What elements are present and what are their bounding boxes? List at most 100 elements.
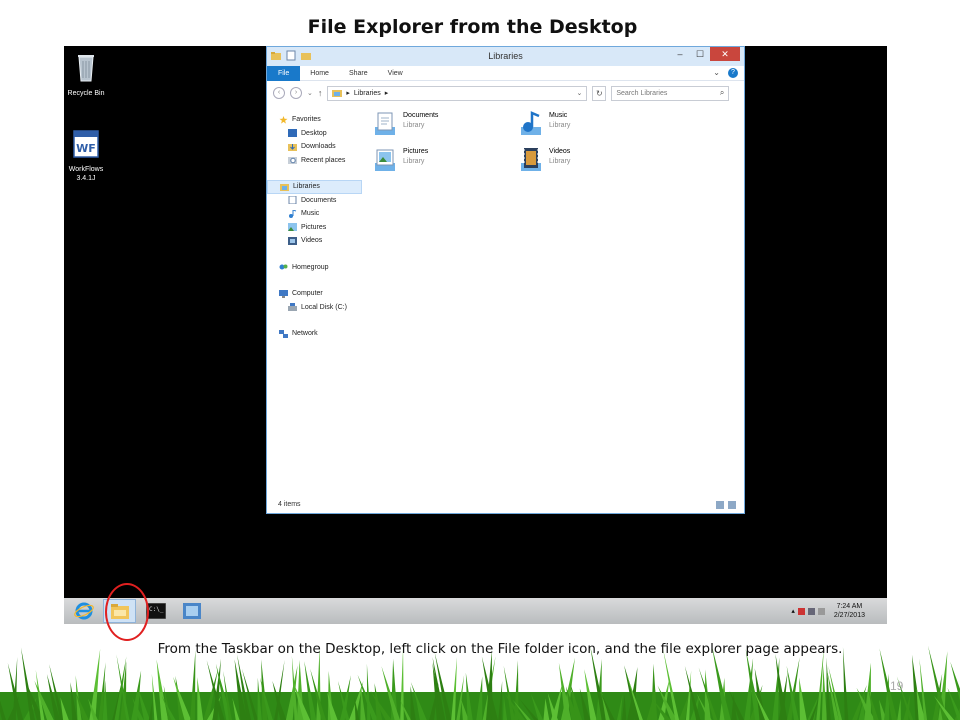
documents-icon <box>288 196 297 205</box>
recycle-bin-icon <box>78 55 94 82</box>
nav-local-disk[interactable]: Local Disk (C:) <box>267 301 362 315</box>
slide-caption: From the Taskbar on the Desktop, left cl… <box>157 641 843 657</box>
nav-label: Recent places <box>301 156 346 164</box>
window-titlebar[interactable]: Libraries – ☐ ✕ <box>267 47 744 66</box>
nav-network[interactable]: Network <box>267 327 362 341</box>
clock-date: 2/27/2013 <box>833 612 865 619</box>
nav-label: Network <box>292 330 318 338</box>
nav-videos[interactable]: Videos <box>267 234 362 248</box>
nav-music[interactable]: Music <box>267 207 362 221</box>
explorer-body: Favorites Desktop Downloads Recent place… <box>267 105 744 497</box>
search-placeholder: Search Libraries <box>616 89 668 97</box>
address-separator: ▸ <box>346 90 350 97</box>
close-button[interactable]: ✕ <box>710 47 740 61</box>
minimize-button[interactable]: – <box>670 47 690 61</box>
library-item-documents[interactable]: Documents Library <box>372 111 438 137</box>
slide: File Explorer from the Desktop Recycle B… <box>0 0 960 720</box>
nav-documents[interactable]: Documents <box>267 194 362 208</box>
server-manager-icon <box>182 603 201 619</box>
help-icon[interactable]: ? <box>728 68 738 78</box>
grass-blade <box>400 647 404 720</box>
computer-icon <box>279 289 288 298</box>
library-item-videos[interactable]: Videos Library <box>518 147 570 173</box>
library-item-pictures[interactable]: Pictures Library <box>372 147 428 173</box>
nav-homegroup[interactable]: Homegroup <box>267 261 362 275</box>
nav-pictures[interactable]: Pictures <box>267 221 362 235</box>
details-view-icon[interactable] <box>716 501 724 509</box>
nav-downloads[interactable]: Downloads <box>267 140 362 154</box>
address-path[interactable]: Libraries <box>354 90 381 97</box>
taskbar-clock[interactable]: 7:24 AM 2/27/2013 <box>834 602 865 620</box>
svg-text:C:\_: C:\_ <box>149 606 164 613</box>
internet-explorer-icon <box>73 602 94 620</box>
expand-ribbon-button[interactable]: ⌄ <box>713 68 720 78</box>
nav-label: Music <box>301 210 320 218</box>
status-bar: 4 items <box>267 497 744 513</box>
large-icons-view-icon[interactable] <box>728 501 736 509</box>
grass-blade <box>190 650 196 720</box>
nav-favorites[interactable]: Favorites <box>267 113 362 127</box>
up-button[interactable]: ↑ <box>318 88 323 98</box>
file-explorer-window: Libraries – ☐ ✕ File Home Share View ⌄ ?… <box>266 46 745 514</box>
nav-label: Downloads <box>301 143 336 151</box>
desktop-icon-workflows[interactable]: WF WorkFlows 3.4.1J <box>64 118 111 192</box>
nav-label: Desktop <box>301 129 327 137</box>
workflows-icon: WF <box>73 130 99 158</box>
nav-label: Videos <box>301 237 323 245</box>
maximize-button[interactable]: ☐ <box>690 47 710 61</box>
nav-label: Pictures <box>301 223 327 231</box>
network-status-icon[interactable] <box>807 607 815 615</box>
address-separator: ▸ <box>384 90 389 97</box>
grass-decoration <box>0 645 960 720</box>
tab-view[interactable]: View <box>378 66 413 81</box>
clock-time: 7:24 AM <box>836 603 863 610</box>
tab-share[interactable]: Share <box>339 66 378 81</box>
nav-label: Homegroup <box>292 263 329 271</box>
library-name: Documents <box>403 112 439 119</box>
library-name: Music <box>549 112 568 119</box>
refresh-button[interactable]: ↻ <box>592 85 607 101</box>
window-controls: – ☐ ✕ <box>670 47 740 61</box>
svg-text:WF: WF <box>76 142 96 155</box>
library-name: Videos <box>549 148 571 155</box>
nav-recent-places[interactable]: Recent places <box>267 154 362 168</box>
star-icon <box>279 115 288 124</box>
documents-library-icon <box>375 112 395 135</box>
show-hidden-icons-button[interactable]: ▴ <box>791 607 795 615</box>
search-icon[interactable]: ⌕ <box>720 88 724 98</box>
videos-icon <box>288 236 297 245</box>
desktop-icon-recycle-bin[interactable]: Recycle Bin <box>64 51 111 98</box>
forward-button[interactable]: › <box>290 87 302 99</box>
action-center-icon[interactable] <box>797 607 805 615</box>
music-icon <box>289 209 297 218</box>
address-bar[interactable]: ▸ Libraries ▸ ⌄ <box>327 85 588 101</box>
libraries-icon <box>280 183 289 191</box>
tab-home[interactable]: Home <box>300 66 339 81</box>
nav-label: Documents <box>301 196 337 204</box>
volume-icon[interactable] <box>817 607 825 615</box>
search-input[interactable]: Search Libraries ⌕ <box>611 85 730 101</box>
nav-label: Favorites <box>292 116 321 124</box>
grass-blade <box>651 663 658 720</box>
item-count: 4 items <box>278 501 301 508</box>
nav-computer[interactable]: Computer <box>267 287 362 301</box>
nav-label: Computer <box>292 290 323 298</box>
nav-libraries[interactable]: Libraries <box>267 180 362 194</box>
homegroup-icon <box>279 264 288 270</box>
recent-locations-button[interactable]: ⌄ <box>307 89 313 97</box>
desktop-icon-label: Recycle Bin <box>67 90 105 97</box>
back-button[interactable]: ‹ <box>273 87 285 99</box>
library-item-music[interactable]: Music Library <box>518 111 570 137</box>
downloads-icon <box>288 143 297 151</box>
pictures-library-icon <box>375 149 395 171</box>
network-icon <box>279 329 288 338</box>
pictures-icon <box>288 223 297 232</box>
music-library-icon <box>521 111 541 135</box>
library-type: Library <box>403 122 425 129</box>
nav-desktop[interactable]: Desktop <box>267 127 362 141</box>
slide-title: File Explorer from the Desktop <box>307 16 638 38</box>
address-dropdown-button[interactable]: ⌄ <box>577 89 583 97</box>
library-type: Library <box>549 158 571 165</box>
tab-file[interactable]: File <box>267 65 301 81</box>
videos-library-icon <box>521 148 541 171</box>
